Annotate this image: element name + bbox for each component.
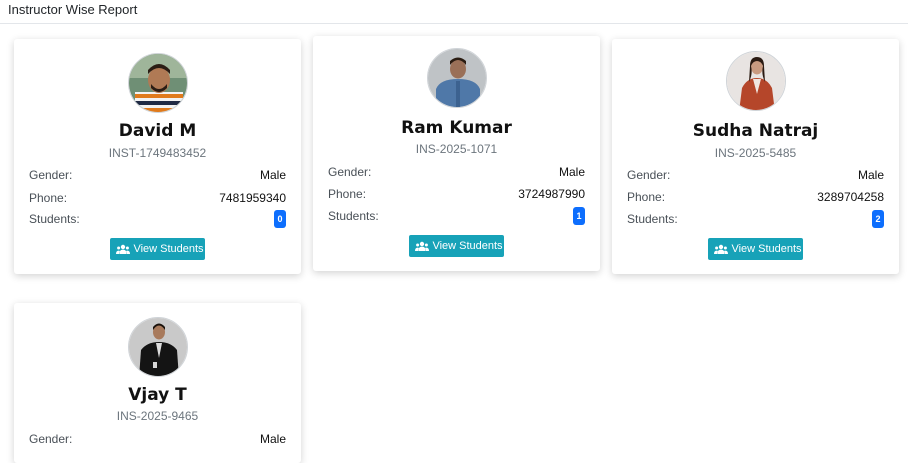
gender-row: Gender: Male [29,432,286,450]
view-students-button[interactable]: View Students [109,238,205,260]
phone-value: 7481959340 [219,191,286,205]
instructor-name: Vjay T [128,385,187,405]
view-students-button[interactable]: View Students [707,238,803,260]
students-row: Students: 0 [29,210,286,230]
avatar [725,51,786,111]
avatar [426,48,487,108]
view-students-label: View Students [432,240,503,252]
users-icon [714,244,729,254]
view-students-button[interactable]: View Students [408,235,504,257]
instructor-card: Vjay T INS-2025-9465 Gender: Male [14,303,301,463]
phone-row: Phone: 3289704258 [627,190,884,208]
gender-value: Male [857,168,884,182]
avatar [127,53,188,113]
gender-label: Gender: [29,432,73,446]
students-row: Students: 2 [627,210,884,230]
students-label: Students: [627,212,678,226]
student-count-badge: 2 [872,210,884,228]
phone-label: Phone: [328,187,367,201]
gender-row: Gender: Male [328,165,585,183]
student-count-badge: 1 [573,207,585,225]
phone-label: Phone: [627,190,666,204]
phone-label: Phone: [29,191,68,205]
instructor-name: Sudha Natraj [692,121,819,141]
instructor-card: Ram Kumar INS-2025-1071 Gender: Male Pho… [313,36,600,271]
gender-value: Male [259,432,286,446]
instructor-code: INS-2025-1071 [415,142,498,156]
users-icon [415,241,430,251]
instructor-card: David M INST-1749483452 Gender: Male Pho… [14,39,301,274]
instructor-name: Ram Kumar [401,118,512,138]
instructor-card: Sudha Natraj INS-2025-5485 Gender: Male … [612,39,899,274]
gender-value: Male [558,165,585,179]
view-students-label: View Students [133,243,204,255]
instructor-code: INST-1749483452 [108,146,207,160]
students-row: Students: 1 [328,207,585,227]
phone-value: 3289704258 [817,190,884,204]
gender-label: Gender: [29,168,73,182]
view-students-label: View Students [731,243,802,255]
gender-row: Gender: Male [627,168,884,186]
avatar [127,317,188,377]
student-count-badge: 0 [274,210,286,228]
instructor-code: INS-2025-5485 [714,146,797,160]
students-label: Students: [328,209,379,223]
students-label: Students: [29,212,80,226]
instructor-name: David M [118,121,197,141]
phone-row: Phone: 7481959340 [29,191,286,209]
phone-row: Phone: 3724987990 [328,187,585,205]
gender-label: Gender: [627,168,671,182]
page-title: Instructor Wise Report [0,0,908,24]
users-icon [116,244,131,254]
gender-label: Gender: [328,165,372,179]
gender-value: Male [259,168,286,182]
gender-row: Gender: Male [29,168,286,186]
phone-value: 3724987990 [518,187,585,201]
instructor-code: INS-2025-9465 [116,409,199,423]
